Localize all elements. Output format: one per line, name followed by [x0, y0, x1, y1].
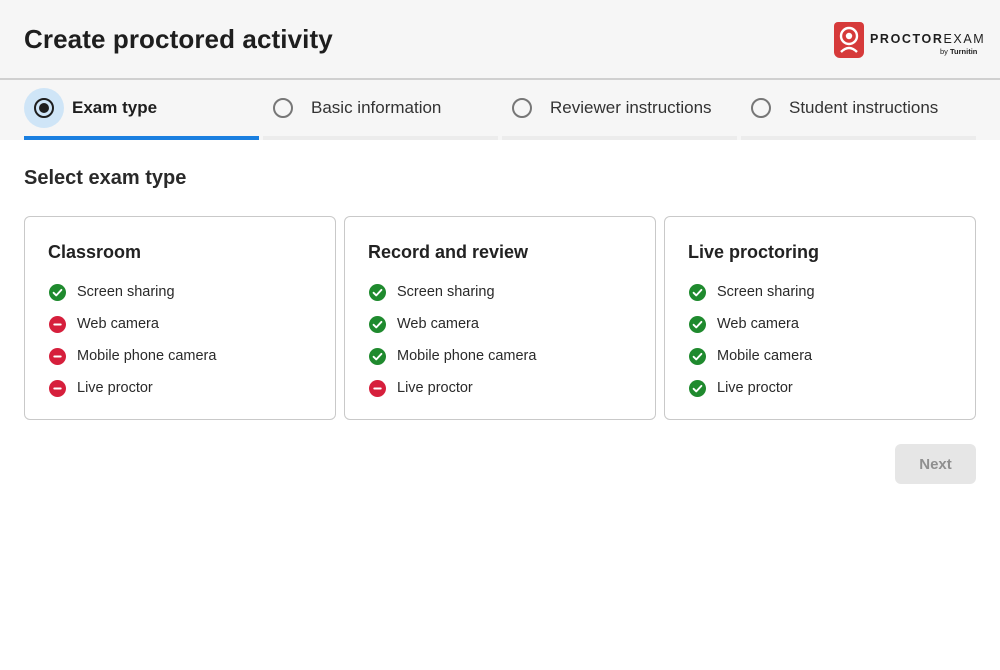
check-icon: [369, 316, 386, 333]
check-icon: [689, 380, 706, 397]
minus-icon: [49, 348, 66, 365]
check-icon: [689, 316, 706, 333]
proctorexam-logo: PROCTOREXAM by Turnitin: [834, 22, 984, 60]
tab-basic-information[interactable]: Basic information: [263, 80, 498, 140]
feature-label: Screen sharing: [77, 284, 175, 300]
next-button[interactable]: Next: [895, 444, 976, 484]
feature-label: Screen sharing: [397, 284, 495, 300]
logo-byline: by Turnitin: [940, 47, 977, 56]
check-icon: [369, 284, 386, 301]
exam-type-card-live-proctoring[interactable]: Live proctoring Screen sharing Web camer…: [664, 216, 976, 420]
check-icon: [369, 348, 386, 365]
step-tabs: Exam type Basic information Reviewer ins…: [0, 80, 1000, 140]
card-title: Live proctoring: [688, 242, 819, 263]
feature-label: Web camera: [77, 316, 159, 332]
logo-wordmark: PROCTOREXAM: [870, 32, 985, 46]
feature-label: Screen sharing: [717, 284, 815, 300]
feature-label: Live proctor: [717, 380, 793, 396]
feature-label: Mobile phone camera: [397, 348, 536, 364]
card-title: Classroom: [48, 242, 141, 263]
tab-reviewer-instructions[interactable]: Reviewer instructions: [502, 80, 737, 140]
minus-icon: [369, 380, 386, 397]
radio-empty-icon: [751, 98, 771, 118]
feature-label: Web camera: [397, 316, 479, 332]
feature-label: Live proctor: [77, 380, 153, 396]
step-label: Basic information: [311, 98, 441, 118]
step-label: Exam type: [72, 98, 157, 118]
page-title: Create proctored activity: [24, 24, 333, 55]
proctorexam-badge-icon: [834, 22, 864, 58]
check-icon: [689, 284, 706, 301]
step-progress-bar: [263, 136, 498, 140]
check-icon: [49, 284, 66, 301]
tab-student-instructions[interactable]: Student instructions: [741, 80, 976, 140]
check-icon: [689, 348, 706, 365]
step-label: Reviewer instructions: [550, 98, 712, 118]
section-title: Select exam type: [24, 167, 186, 190]
step-progress-bar: [24, 136, 259, 140]
page-header: Create proctored activity PROCTOREXAM by…: [0, 0, 1000, 80]
step-progress-bar: [741, 136, 976, 140]
feature-label: Mobile phone camera: [77, 348, 216, 364]
feature-label: Live proctor: [397, 380, 473, 396]
minus-icon: [49, 316, 66, 333]
exam-type-card-classroom[interactable]: Classroom Screen sharing Web camera Mobi…: [24, 216, 336, 420]
step-progress-bar: [502, 136, 737, 140]
radio-empty-icon: [273, 98, 293, 118]
radio-selected-icon: [34, 98, 54, 118]
minus-icon: [49, 380, 66, 397]
feature-label: Web camera: [717, 316, 799, 332]
card-title: Record and review: [368, 242, 528, 263]
feature-label: Mobile camera: [717, 348, 812, 364]
exam-type-card-record-and-review[interactable]: Record and review Screen sharing Web cam…: [344, 216, 656, 420]
step-label: Student instructions: [789, 98, 938, 118]
tab-exam-type[interactable]: Exam type: [24, 80, 259, 140]
radio-empty-icon: [512, 98, 532, 118]
